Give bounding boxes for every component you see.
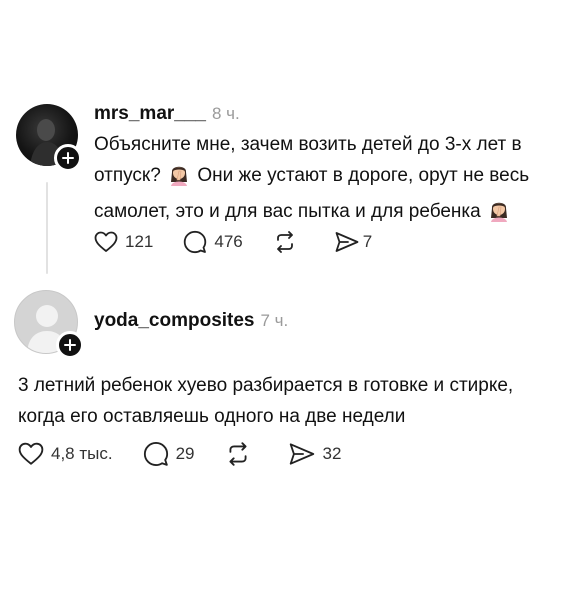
text-line: самолет, это и для вас пытка и для ребен… bbox=[94, 196, 529, 232]
text-fragment: отпуск? bbox=[94, 165, 161, 186]
share-count: 32 bbox=[322, 444, 342, 463]
post-2: yoda_composites 7 ч. 3 летний ребенок хуе… bbox=[0, 290, 570, 600]
post-actions: 121 476 7 bbox=[94, 230, 402, 254]
post-1: mrs_mar___ 8 ч. Объясните мне, зачем вози… bbox=[0, 0, 570, 290]
like-count: 4,8 тыс. bbox=[51, 444, 113, 463]
reply-count: 476 bbox=[214, 232, 243, 251]
username[interactable]: yoda_composites bbox=[94, 310, 255, 331]
reply-count: 29 bbox=[175, 444, 195, 463]
timestamp: 8 ч. bbox=[211, 104, 240, 123]
plus-icon bbox=[62, 152, 74, 164]
text-line: Объясните мне, зачем возить детей до 3-х… bbox=[94, 134, 522, 155]
avatar-mrs-mar[interactable] bbox=[16, 104, 82, 172]
like-button[interactable]: 121 bbox=[94, 231, 153, 253]
text-fragment: самолет, это и для вас пытка и для ребен… bbox=[94, 201, 481, 222]
post-text: 3 летний ребенок хуево разбирается в гот… bbox=[18, 370, 513, 432]
like-button[interactable]: 4,8 тыс. bbox=[18, 442, 113, 466]
share-button[interactable]: 7 bbox=[334, 231, 372, 253]
post-header: yoda_composites 7 ч. bbox=[94, 310, 288, 332]
username[interactable]: mrs_mar___ bbox=[94, 103, 206, 124]
comment-icon bbox=[184, 230, 207, 254]
text-line: 3 летний ребенок хуево разбирается в гот… bbox=[18, 375, 514, 396]
repost-icon bbox=[229, 442, 247, 466]
facepalm-woman-emoji bbox=[488, 198, 510, 232]
text-fragment: Они же устают в дороге, орут не весь bbox=[197, 165, 530, 186]
reply-button[interactable]: 476 bbox=[183, 230, 243, 254]
like-count: 121 bbox=[125, 232, 154, 251]
heart-icon bbox=[94, 231, 118, 252]
timestamp: 7 ч. bbox=[260, 311, 289, 330]
post-actions: 4,8 тыс. 29 32 bbox=[18, 441, 371, 467]
send-icon bbox=[289, 443, 314, 465]
text-line: отпуск? Они же устают в дороге, орут не … bbox=[94, 160, 529, 196]
post-header: mrs_mar___ 8 ч. bbox=[94, 103, 240, 125]
plus-icon bbox=[64, 339, 76, 351]
comment-icon bbox=[143, 442, 168, 466]
share-button[interactable]: 32 bbox=[288, 442, 342, 466]
facepalm-woman-emoji bbox=[168, 162, 190, 196]
repost-button[interactable] bbox=[225, 442, 258, 466]
follow-button[interactable] bbox=[56, 331, 84, 359]
text-line: когда его оставляешь одного на две недел… bbox=[18, 406, 406, 427]
share-count: 7 bbox=[362, 232, 373, 251]
reply-button[interactable]: 29 bbox=[143, 441, 195, 467]
repost-icon bbox=[276, 231, 293, 253]
send-icon bbox=[335, 232, 359, 252]
follow-button[interactable] bbox=[54, 144, 82, 172]
post-text: Объясните мне, зачем возить детей до 3-х… bbox=[94, 129, 529, 232]
heart-icon bbox=[18, 442, 44, 465]
thread-line bbox=[46, 182, 48, 274]
avatar-yoda-composites[interactable] bbox=[14, 290, 84, 359]
repost-button[interactable] bbox=[273, 231, 304, 253]
